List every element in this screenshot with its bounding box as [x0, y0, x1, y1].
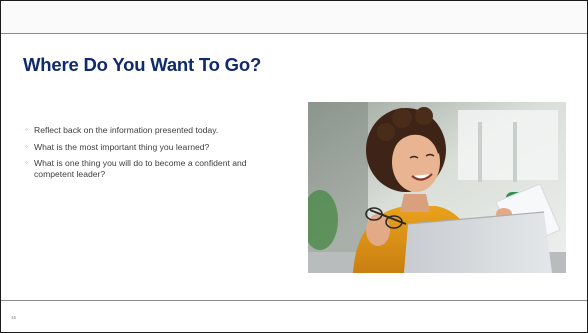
bullet-text: What is the most important thing you lea…	[34, 141, 210, 152]
slide-number: 16	[11, 315, 17, 320]
bullet-list: ◦ Reflect back on the information presen…	[25, 125, 287, 185]
slide: Where Do You Want To Go? ◦ Reflect back …	[0, 0, 588, 333]
slide-title: Where Do You Want To Go?	[23, 54, 262, 75]
bullet-marker-icon: ◦	[25, 125, 28, 134]
bullet-marker-icon: ◦	[25, 158, 28, 168]
bullet-text: Reflect back on the information presente…	[34, 125, 219, 135]
bullet-marker-icon: ◦	[25, 141, 28, 151]
bullet-item: ◦ What is the most important thing you l…	[25, 142, 287, 153]
photo-smiling-woman-laptop-icon	[308, 102, 566, 273]
slide-header-band	[1, 1, 587, 34]
bullet-item: ◦ Reflect back on the information presen…	[25, 125, 287, 136]
bullet-text: What is one thing you will do to become …	[34, 158, 247, 179]
footer-rule	[1, 300, 587, 301]
bullet-item: ◦ What is one thing you will do to becom…	[25, 158, 287, 179]
